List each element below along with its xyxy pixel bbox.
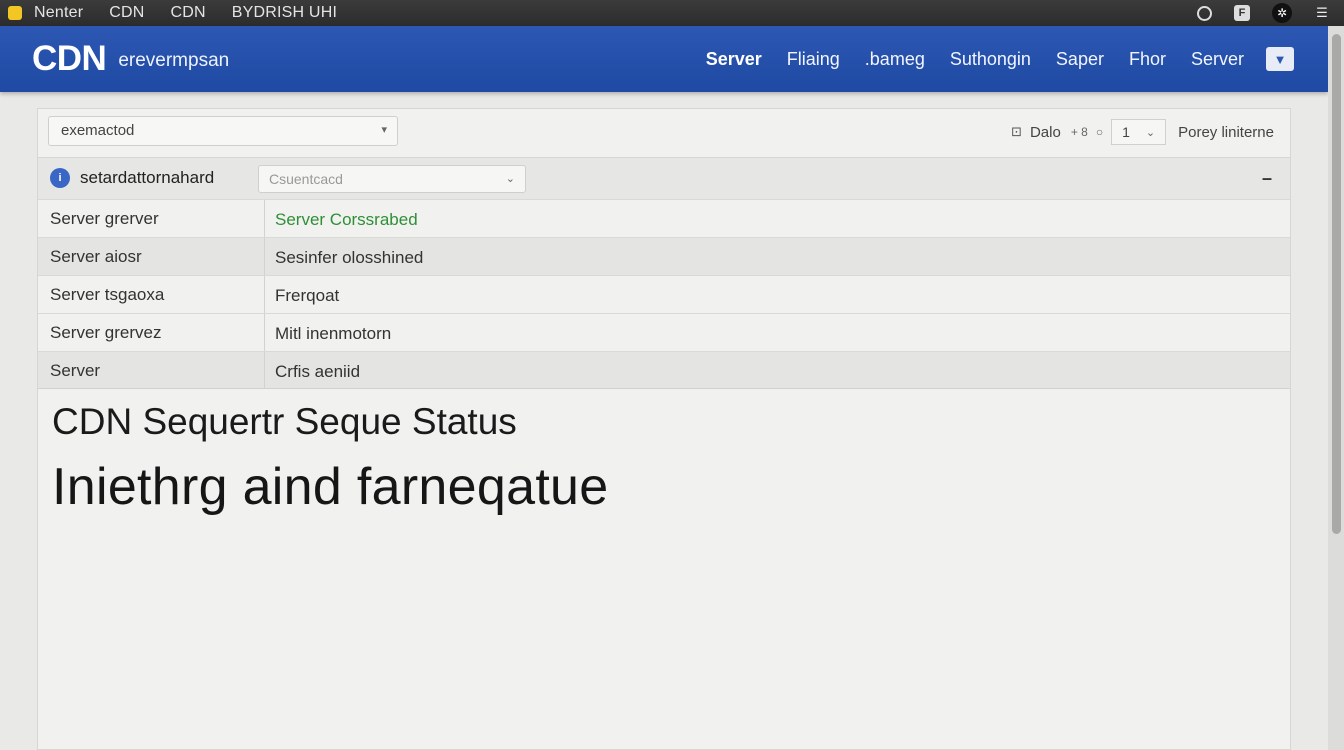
server-table: Server grerver Server Corssrabed Server … [38, 199, 1290, 389]
chevron-down-icon: ⌄ [505, 173, 515, 185]
app-header: CDN erevermpsan Server Fliaing .bameg Su… [0, 26, 1328, 92]
row-value: Mitl inenmotorn [275, 324, 392, 343]
row-key: Server aiosr [38, 238, 265, 275]
nav-item-server[interactable]: Server [706, 49, 762, 70]
app-icon[interactable] [8, 6, 22, 20]
menu-bar: Nenter CDN CDN BYDRISH UHI F ✲ ☰ [0, 0, 1344, 26]
page-select[interactable]: 1 ⌄ [1111, 119, 1167, 145]
status-text: Iniethrg aind farneqatue [52, 458, 609, 516]
nav-item-saper[interactable]: Saper [1056, 49, 1104, 70]
menu-item-2[interactable]: CDN [171, 4, 206, 22]
main-nav: Server Fliaing .bameg Suthongin Saper Fh… [681, 26, 1294, 92]
scrollbar-thumb[interactable] [1332, 34, 1341, 534]
nav-item-bameg[interactable]: .bameg [865, 49, 925, 70]
circle-icon[interactable]: ○ [1096, 125, 1103, 139]
row-value: Server Corssrabed [275, 210, 418, 229]
chevron-down-icon: ⌄ [1145, 126, 1156, 139]
scrollbar[interactable] [1328, 26, 1344, 750]
circle-status-icon[interactable] [1197, 5, 1212, 21]
chevron-down-icon: ▾ [381, 124, 387, 136]
main-panel: exemactod ▾ ⊡ Dalo + 8 ○ 1 ⌄ Porey linit… [37, 108, 1291, 750]
nav-item-fliaing[interactable]: Fliaing [787, 49, 840, 70]
row-value: Frerqoat [275, 286, 340, 305]
page-select-value: 1 [1122, 124, 1130, 140]
menu-item-1[interactable]: CDN [109, 4, 144, 22]
menu-item-0[interactable]: Nenter [34, 4, 83, 22]
collapse-button[interactable]: – [1262, 168, 1272, 189]
filter-select[interactable]: exemactod ▾ [48, 116, 398, 146]
nav-item-fhor[interactable]: Fhor [1129, 49, 1166, 70]
table-row[interactable]: Server Crfis aeniid [38, 351, 1290, 389]
per-page-label[interactable]: Porey liniterne [1178, 124, 1274, 141]
section-select-placeholder: Csuentcacd [269, 171, 343, 187]
nav-item-server-2[interactable]: Server [1191, 49, 1244, 70]
nav-item-suthongin[interactable]: Suthongin [950, 49, 1031, 70]
filter-select-value: exemactod [61, 122, 135, 139]
add-count[interactable]: + 8 [1071, 125, 1088, 139]
view-label[interactable]: Dalo [1030, 124, 1061, 141]
row-key: Server tsgaoxa [38, 276, 265, 313]
section-header: i setardattornahard Csuentcacd ⌄ – [38, 157, 1290, 199]
chevron-down-icon: ▼ [1273, 51, 1287, 67]
row-value: Sesinfer olosshined [275, 248, 424, 267]
row-key: Server grervez [38, 314, 265, 351]
flag-icon[interactable]: F [1234, 5, 1250, 21]
section-label: setardattornahard [80, 168, 215, 187]
compass-icon[interactable]: ✲ [1272, 3, 1292, 23]
section-select[interactable]: Csuentcacd ⌄ [258, 165, 526, 193]
nav-dropdown-button[interactable]: ▼ [1266, 47, 1294, 71]
hamburger-menu-icon[interactable]: ☰ [1314, 5, 1330, 21]
table-row[interactable]: Server grerver Server Corssrabed [38, 199, 1290, 237]
table-row[interactable]: Server grervez Mitl inenmotorn [38, 313, 1290, 351]
calendar-icon[interactable]: ⊡ [1011, 124, 1022, 140]
tagline: erevermpsan [118, 50, 230, 71]
row-key: Server [38, 352, 265, 388]
table-row[interactable]: Server tsgaoxa Frerqoat [38, 275, 1290, 313]
status-title: CDN Sequertr Seque Status [52, 401, 517, 442]
logo[interactable]: CDN [32, 39, 107, 79]
table-row[interactable]: Server aiosr Sesinfer olosshined [38, 237, 1290, 275]
info-icon: i [50, 168, 70, 188]
row-value: Crfis aeniid [275, 362, 361, 381]
menubar-status-icons: F ✲ ☰ [1197, 0, 1330, 26]
menu-item-3[interactable]: BYDRISH UHI [232, 4, 337, 22]
row-key: Server grerver [38, 200, 265, 237]
toolbar-controls: ⊡ Dalo + 8 ○ 1 ⌄ Porey liniterne [1011, 119, 1274, 145]
toolbar: exemactod ▾ ⊡ Dalo + 8 ○ 1 ⌄ Porey linit… [38, 109, 1290, 157]
